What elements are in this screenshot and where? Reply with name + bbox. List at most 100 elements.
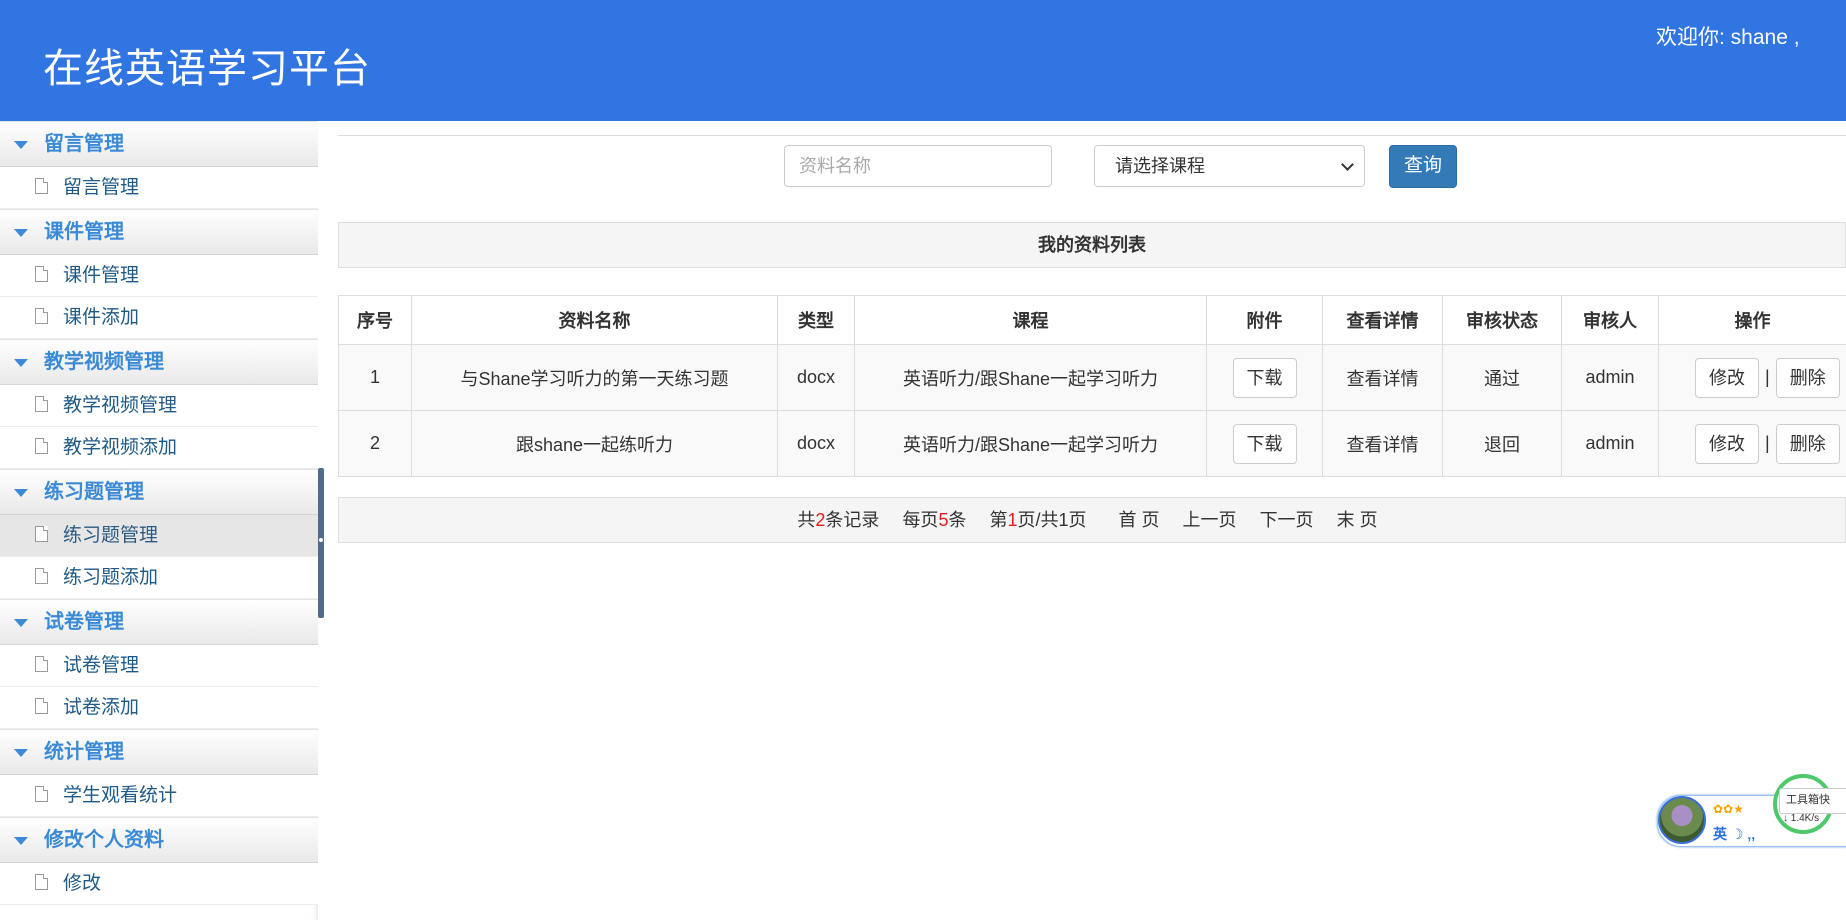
download-button[interactable]: 下载 — [1232, 357, 1297, 398]
document-icon — [35, 178, 48, 194]
document-icon — [35, 698, 48, 714]
pager-current-page: 1 — [1007, 510, 1018, 530]
col-header-name: 资料名称 — [411, 295, 778, 345]
level-stars-icon: ✿✿★ — [1713, 802, 1744, 816]
sidebar-group-label: 课件管理 — [44, 221, 124, 243]
action-separator: | — [1765, 367, 1770, 387]
cell-no: 2 — [338, 410, 412, 477]
sidebar-item-label: 试卷添加 — [63, 697, 140, 718]
sidebar-group-profile[interactable]: 修改个人资料 — [0, 817, 318, 863]
cell-type: docx — [777, 344, 855, 411]
sidebar-item-video-manage[interactable]: 教学视频管理 — [0, 385, 318, 427]
pager-per-page: 每页5条 — [902, 510, 966, 530]
sidebar-item-watch-stats[interactable]: 学生观看统计 — [0, 775, 318, 817]
sidebar-item-video-add[interactable]: 教学视频添加 — [0, 427, 318, 469]
sidebar-group-label: 留言管理 — [44, 133, 124, 155]
floating-assistant-widget[interactable]: ✿✿★ 英 ☽ ‚‚ 工具箱快 ↓ 1.4K/s — [1657, 774, 1846, 847]
material-name-input[interactable] — [784, 145, 1052, 187]
sidebar-group-exams[interactable]: 试卷管理 — [0, 599, 318, 645]
materials-table: 序号 资料名称 类型 课程 附件 查看详情 审核状态 审核人 操作 1 与Sha… — [338, 295, 1846, 477]
sidebar-group-label: 教学视频管理 — [44, 351, 164, 373]
caret-down-icon — [14, 359, 28, 367]
app-header: 在线英语学习平台 欢迎你: shane , — [0, 0, 1846, 121]
sidebar-group-videos[interactable]: 教学视频管理 — [0, 339, 318, 385]
caret-down-icon — [14, 141, 28, 149]
course-select[interactable]: 请选择课程 — [1094, 145, 1365, 187]
pager-first-link[interactable]: 首 页 — [1119, 510, 1160, 530]
cell-actions: 修改 | 删除 — [1658, 410, 1846, 477]
drag-dot-icon — [319, 538, 323, 542]
col-header-actions: 操作 — [1658, 295, 1846, 345]
query-button[interactable]: 查询 — [1389, 145, 1457, 188]
sidebar-item-courseware-add[interactable]: 课件添加 — [0, 297, 318, 339]
list-title: 我的资料列表 — [338, 222, 1846, 268]
sidebar-group-label: 试卷管理 — [44, 611, 124, 633]
cell-reviewer: admin — [1561, 410, 1659, 477]
view-detail-link[interactable]: 查看详情 — [1322, 344, 1443, 411]
view-detail-link[interactable]: 查看详情 — [1322, 410, 1443, 477]
pager-page-info: 第1页/共1页 — [989, 510, 1086, 530]
table-row: 2 跟shane一起练听力 docx 英语听力/跟Shane一起学习听力 下载 … — [338, 410, 1846, 477]
sidebar-item-label: 课件添加 — [63, 307, 140, 328]
caret-down-icon — [14, 619, 28, 627]
pager-per-page-count: 5 — [938, 510, 949, 530]
edit-button[interactable]: 修改 — [1695, 423, 1759, 464]
toolbox-tooltip: 工具箱快 — [1779, 788, 1846, 814]
sidebar-resize-handle[interactable] — [318, 468, 324, 618]
pager-text: 共 — [797, 510, 816, 530]
document-icon — [35, 396, 48, 412]
sidebar-group-messages[interactable]: 留言管理 — [0, 121, 318, 167]
app-title: 在线英语学习平台 — [43, 47, 371, 91]
col-header-no: 序号 — [338, 295, 412, 345]
pager-text: 每页 — [902, 510, 939, 530]
ime-toolbar[interactable]: 英 ☽ ‚‚ — [1713, 824, 1755, 844]
cell-reviewer: admin — [1561, 344, 1659, 411]
document-icon — [35, 656, 48, 672]
caret-down-icon — [14, 229, 28, 237]
sidebar-item-label: 学生观看统计 — [63, 785, 178, 806]
caret-down-icon — [14, 749, 28, 757]
pagination-bar: 共2条记录 每页5条 第1页/共1页 首 页 上一页 下一页 末 页 — [338, 497, 1846, 543]
cell-course: 英语听力/跟Shane一起学习听力 — [854, 410, 1207, 477]
download-button[interactable]: 下载 — [1232, 423, 1297, 464]
table-header-row: 序号 资料名称 类型 课程 附件 查看详情 审核状态 审核人 操作 — [338, 295, 1846, 345]
sidebar-item-exercise-manage[interactable]: 练习题管理 — [0, 515, 318, 557]
pager-total: 共2条记录 — [797, 510, 879, 530]
sidebar-item-label: 试卷管理 — [63, 655, 140, 676]
sidebar-group-courseware[interactable]: 课件管理 — [0, 209, 318, 255]
sidebar-group-exercises[interactable]: 练习题管理 — [0, 469, 318, 515]
cell-name: 与Shane学习听力的第一天练习题 — [411, 344, 778, 411]
sidebar-item-label: 教学视频管理 — [63, 395, 178, 416]
sidebar-item-label: 课件管理 — [63, 265, 140, 286]
sidebar-item-label: 练习题添加 — [63, 567, 159, 588]
col-header-attachment: 附件 — [1206, 295, 1323, 345]
caret-down-icon — [14, 837, 28, 845]
sidebar-item-courseware-manage[interactable]: 课件管理 — [0, 255, 318, 297]
pager-last-link[interactable]: 末 页 — [1337, 510, 1378, 530]
col-header-course: 课程 — [854, 295, 1207, 345]
edit-button[interactable]: 修改 — [1695, 357, 1759, 398]
delete-button[interactable]: 删除 — [1775, 423, 1840, 464]
sidebar-group-statistics[interactable]: 统计管理 — [0, 729, 318, 775]
caret-down-icon — [14, 489, 28, 497]
cell-status: 通过 — [1442, 344, 1562, 411]
document-icon — [35, 266, 48, 282]
pager-prev-link[interactable]: 上一页 — [1183, 510, 1237, 530]
col-header-detail: 查看详情 — [1322, 295, 1443, 345]
sidebar-item-profile-edit[interactable]: 修改 — [0, 863, 318, 905]
delete-button[interactable]: 删除 — [1775, 357, 1840, 398]
sidebar-item-exam-add[interactable]: 试卷添加 — [0, 687, 318, 729]
cell-type: docx — [777, 410, 855, 477]
document-icon — [35, 438, 48, 454]
avatar[interactable] — [1658, 796, 1706, 844]
sidebar-item-message-manage[interactable]: 留言管理 — [0, 167, 318, 209]
pager-next-link[interactable]: 下一页 — [1260, 510, 1314, 530]
pager-text: 条 — [948, 510, 967, 530]
pager-text: 页/共1页 — [1017, 510, 1087, 530]
col-header-reviewer: 审核人 — [1561, 295, 1659, 345]
sidebar-item-label: 留言管理 — [63, 177, 140, 198]
sidebar-item-exam-manage[interactable]: 试卷管理 — [0, 645, 318, 687]
network-speed-text: ↓ 1.4K/s — [1783, 813, 1820, 824]
sidebar-item-exercise-add[interactable]: 练习题添加 — [0, 557, 318, 599]
chevron-down-icon — [1341, 158, 1354, 171]
